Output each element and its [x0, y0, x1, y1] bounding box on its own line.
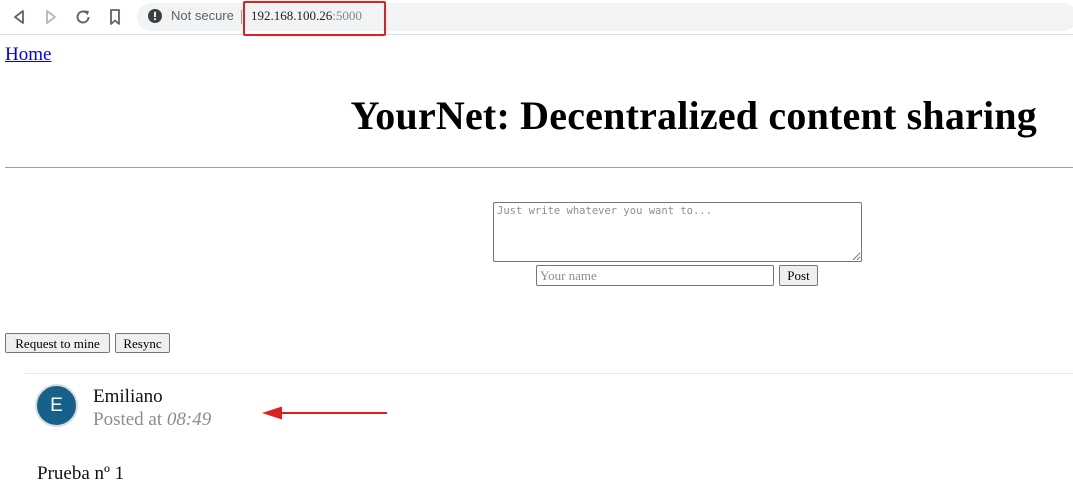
url-highlight-box: [243, 1, 386, 36]
bookmark-icon[interactable]: [104, 6, 126, 28]
forward-icon[interactable]: [40, 6, 62, 28]
security-label: Not secure: [171, 8, 234, 23]
header-divider: [5, 167, 1073, 168]
request-to-mine-button[interactable]: Request to mine: [5, 333, 110, 353]
page-title: YourNet: Decentralized content sharing: [350, 93, 1037, 138]
name-input[interactable]: [536, 265, 774, 286]
post-author: Emiliano: [93, 386, 163, 407]
reload-icon[interactable]: [72, 6, 94, 28]
info-icon[interactable]: [148, 9, 162, 23]
address-divider: [241, 10, 242, 24]
avatar: E: [35, 384, 78, 427]
home-link[interactable]: Home: [5, 44, 51, 66]
post-button[interactable]: Post: [779, 265, 818, 286]
post-time: 08:49: [166, 409, 212, 430]
post-content: Prueba nº 1: [37, 463, 125, 484]
browser-toolbar: Not secure 192.168.100.26:5000: [0, 0, 1073, 35]
resync-button[interactable]: Resync: [115, 333, 170, 353]
post-textarea[interactable]: [493, 202, 862, 262]
back-icon[interactable]: [8, 6, 30, 28]
feed-divider: [25, 373, 1073, 374]
posted-prefix: Posted at: [93, 409, 163, 430]
annotation-arrow-icon: [262, 406, 387, 420]
post-timestamp: Posted at 08:49: [93, 409, 211, 431]
